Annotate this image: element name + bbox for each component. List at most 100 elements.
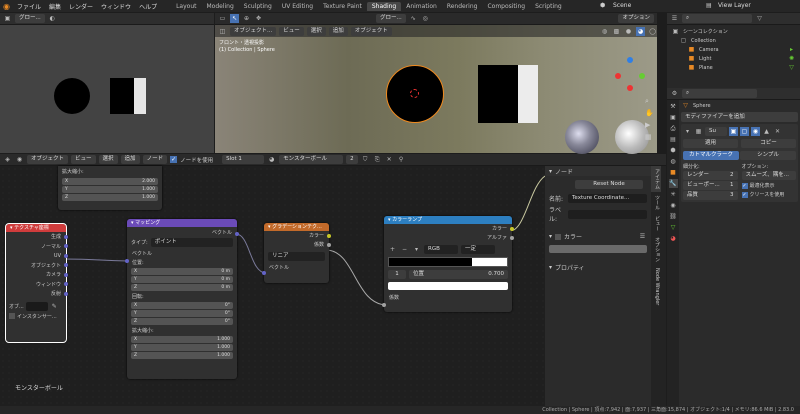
modifier-name-field[interactable]: Su — [705, 126, 727, 136]
properties-type-icon[interactable]: ⚙ — [670, 89, 679, 98]
outliner-type-icon[interactable]: ☰ — [670, 14, 679, 23]
move-icon[interactable]: ✥ — [254, 14, 263, 23]
particles-tab-icon[interactable]: ✳ — [669, 190, 678, 199]
node-panel-header[interactable]: ▾ ノード — [545, 166, 651, 176]
node-editor-mode[interactable]: オブジェクト — [27, 155, 69, 164]
scale-z-field[interactable]: Z 1.000 — [62, 194, 158, 201]
scale-y-field[interactable]: Y 1.000 — [62, 186, 158, 193]
material-tab-icon[interactable]: ◕ — [669, 234, 678, 243]
instancer-checkbox-icon[interactable] — [9, 313, 15, 319]
color-checkbox-icon[interactable] — [555, 233, 562, 240]
uv-smooth-dropdown[interactable]: スムーズ、隅を... — [741, 171, 796, 180]
menu-help[interactable]: ヘルプ — [139, 2, 157, 11]
apply-button[interactable]: 適用 — [683, 139, 738, 148]
proportional-icon[interactable]: ◎ — [421, 14, 430, 23]
outliner-item-plane[interactable]: ■ Plane ▽ — [671, 63, 796, 72]
tab-compositing[interactable]: Compositing — [482, 2, 530, 11]
gizmo-neg-icon[interactable] — [627, 85, 633, 91]
material-shading-icon[interactable]: ◕ — [636, 26, 645, 36]
copy-button[interactable]: コピー — [741, 139, 796, 148]
tool-tab-icon[interactable]: ⚒ — [669, 102, 678, 111]
stop-index-field[interactable]: 1 — [388, 270, 406, 279]
collapse-arrow-icon[interactable]: ▾ — [549, 168, 552, 175]
eyedropper-icon[interactable]: ✎ — [50, 302, 59, 311]
socket-ramp-color[interactable] — [510, 227, 514, 231]
left-preview-canvas[interactable] — [0, 25, 214, 153]
delete-modifier-icon[interactable]: ✕ — [773, 127, 782, 136]
socket-ramp-alpha[interactable] — [510, 236, 514, 240]
tab-animation[interactable]: Animation — [401, 2, 442, 11]
viewport-levels-field[interactable]: ビューポー... 1 — [683, 181, 738, 190]
use-nodes-checkbox-icon[interactable]: ✓ — [170, 156, 178, 163]
ramp-interpolation[interactable]: 一定 — [461, 245, 495, 254]
loc-x-field[interactable]: X 0 m — [131, 268, 233, 275]
gradient-type-dropdown[interactable]: リニア — [268, 252, 325, 261]
remove-stop-icon[interactable]: − — [400, 245, 409, 254]
gizmo-x-icon[interactable] — [615, 73, 621, 79]
viewport-menu-add[interactable]: 追加 — [328, 26, 348, 36]
physics-tab-icon[interactable]: ◉ — [669, 201, 678, 210]
tab-node-wrangler[interactable]: Node Wrangler — [651, 265, 660, 308]
collapse-arrow-icon[interactable]: ▾ — [683, 127, 692, 136]
catmull-clark-button[interactable]: カトマルクラーク — [683, 151, 739, 160]
socket-mapping-in[interactable] — [125, 259, 129, 263]
select-tool-icon[interactable]: ↖ — [230, 14, 239, 23]
socket-ramp-fac[interactable] — [382, 303, 386, 307]
menu-edit[interactable]: 編集 — [49, 2, 61, 11]
mapping-type-dropdown[interactable]: ポイント — [150, 238, 233, 247]
tab-modeling[interactable]: Modeling — [201, 2, 238, 11]
stop-position-field[interactable]: 位置 0.700 — [409, 270, 508, 279]
outliner-item-light[interactable]: ■ Light ✺ — [671, 54, 796, 63]
socket-mapping-out[interactable] — [235, 232, 239, 236]
data-tab-icon[interactable]: ▽ — [669, 223, 678, 232]
render-tab-icon[interactable]: ▣ — [669, 113, 678, 122]
viewport-shading-mode[interactable]: グロー... — [376, 14, 406, 23]
snap-icon[interactable]: ∿ — [409, 14, 418, 23]
node-editor-type-icon[interactable]: ◈ — [3, 155, 12, 164]
tab-view[interactable]: ビュー — [651, 213, 661, 234]
editor-type-icon[interactable]: ▣ — [3, 14, 12, 23]
view-layer-tab-icon[interactable]: ▤ — [669, 135, 678, 144]
collapse-arrow-icon[interactable]: ▾ — [549, 264, 552, 271]
object-tab-icon[interactable]: ■ — [669, 168, 678, 177]
color-preset-icon[interactable]: ☰ — [638, 232, 647, 241]
xray-icon[interactable]: ▩ — [612, 27, 621, 36]
node-menu-add[interactable]: 追加 — [120, 155, 140, 164]
render-levels-field[interactable]: レンダー 2 — [683, 171, 738, 180]
rendered-shading-icon[interactable]: ◯ — [648, 27, 657, 36]
scene-name[interactable]: Scene — [613, 2, 631, 9]
instancer-row[interactable]: インスタンサー... — [6, 313, 66, 320]
reset-node-button[interactable]: Reset Node — [575, 180, 643, 189]
shader-type-icon[interactable]: ◉ — [15, 155, 24, 164]
menu-render[interactable]: レンダー — [69, 2, 93, 11]
output-tab-icon[interactable]: ⎙ — [669, 124, 678, 133]
sphere-object[interactable] — [386, 65, 444, 123]
outliner-item-camera[interactable]: ■ Camera ▸ — [671, 45, 796, 54]
viewport-canvas[interactable]: ◫ オブジェクト... ビュー 選択 追加 オブジェクト ◍ ▩ ● ◕ ◯ フ… — [215, 25, 657, 154]
slot-dropdown[interactable]: Slot 1 — [222, 155, 265, 164]
menu-file[interactable]: ファイル — [17, 2, 41, 11]
new-material-icon[interactable]: ⎘ — [373, 155, 382, 164]
node-texture-coordinate[interactable]: ▾ テクスチャ座標 生成 ノーマル UV オブジェクト カメラ ウィンドウ 反射… — [5, 223, 68, 343]
texcoord-header[interactable]: ▾ テクスチャ座標 — [6, 224, 66, 232]
node-name-field[interactable]: Texture Coordinate... — [568, 194, 647, 203]
camera-view-icon[interactable]: ▶ — [645, 121, 650, 129]
menu-window[interactable]: ウィンドウ — [101, 2, 131, 11]
node-menu-select[interactable]: 選択 — [98, 155, 118, 164]
view-layer-name[interactable]: View Layer — [718, 2, 751, 9]
node-color-swatch[interactable] — [549, 245, 647, 253]
material-browse-icon[interactable]: ◕ — [267, 155, 276, 164]
cursor-icon[interactable]: ⊕ — [242, 14, 251, 23]
tab-uv-editing[interactable]: UV Editing — [277, 2, 318, 11]
add-stop-icon[interactable]: + — [388, 245, 397, 254]
properties-search[interactable]: ⌕ — [682, 89, 757, 98]
socket-object[interactable] — [64, 263, 68, 267]
material-users-count[interactable]: 2 — [346, 155, 358, 164]
map-scale-x-field[interactable]: X 1.000 — [131, 336, 233, 343]
ramp-menu-icon[interactable]: ▾ — [412, 245, 421, 254]
object-picker-field[interactable] — [25, 301, 48, 311]
pin-icon[interactable]: ⚲ — [397, 155, 406, 164]
scene-tab-icon[interactable]: ⬢ — [669, 146, 678, 155]
socket-gradient-vector[interactable] — [262, 271, 266, 275]
socket-gradient-fac[interactable] — [327, 243, 331, 247]
